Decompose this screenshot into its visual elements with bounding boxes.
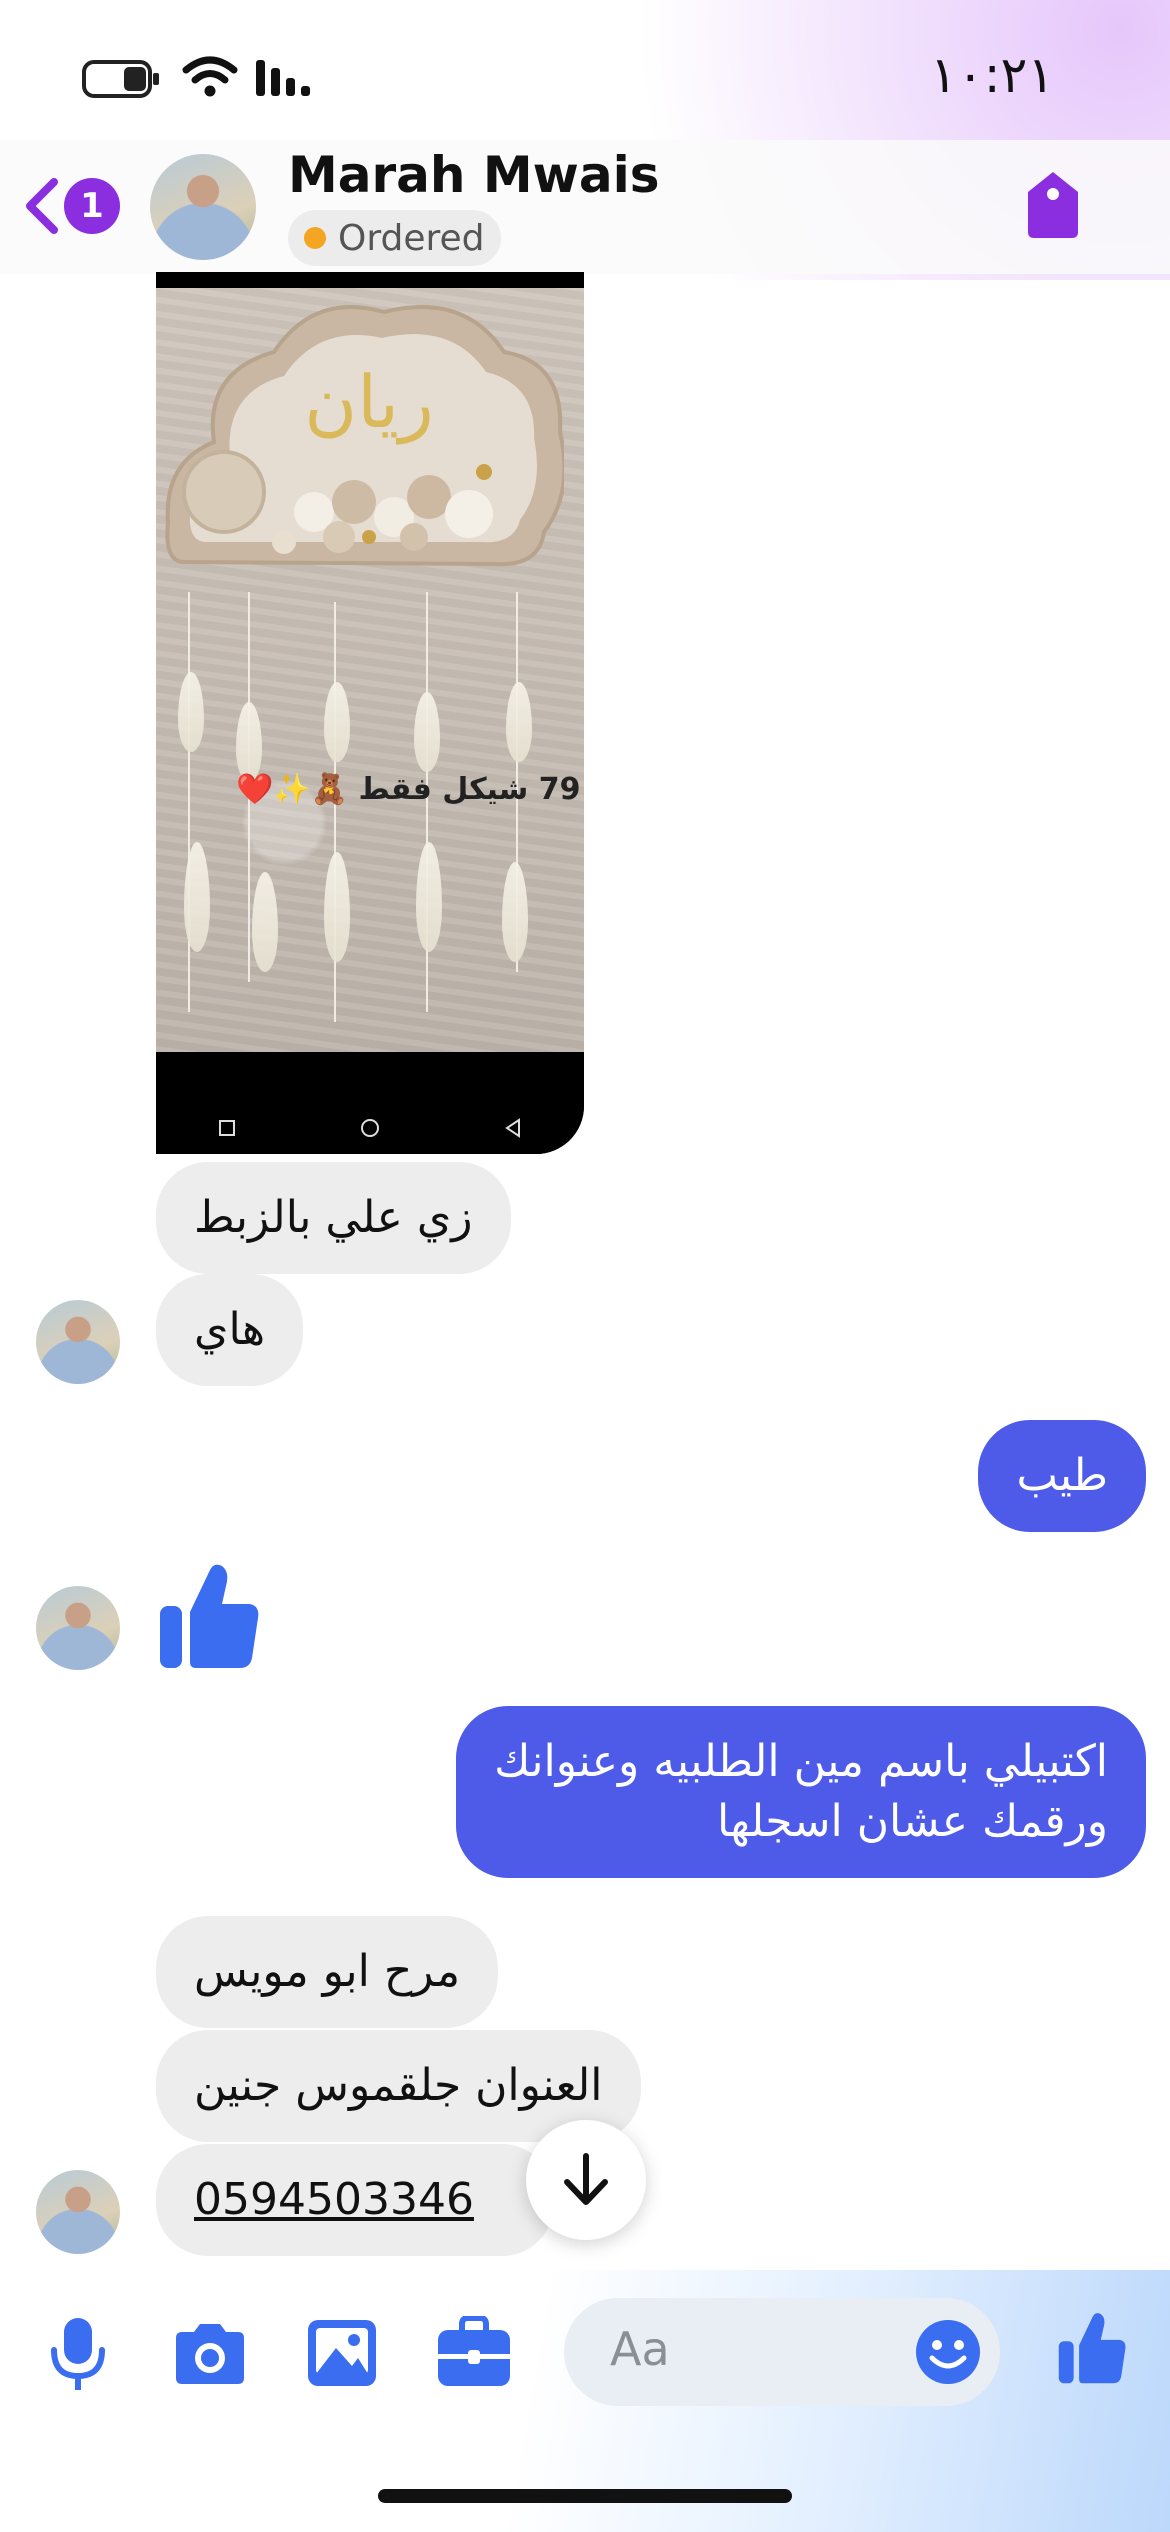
phone-number-link[interactable]: 0594503346 — [194, 2174, 474, 2225]
sender-avatar[interactable] — [36, 1300, 120, 1384]
message-bubble-incoming[interactable]: زي علي بالزبط — [156, 1162, 511, 1274]
message-bubble-outgoing[interactable]: اكتبيلي باسم مين الطلبيه وعنوانك ورقمك ع… — [456, 1706, 1146, 1878]
unread-count-badge[interactable]: 1 — [64, 178, 120, 234]
message-bubble-incoming[interactable]: مرح ابو مويس — [156, 1916, 499, 2028]
contact-avatar[interactable] — [150, 154, 256, 260]
thumbs-up-icon[interactable] — [156, 1560, 262, 1676]
battery-icon — [82, 58, 162, 104]
signal-icon — [254, 58, 318, 102]
decor-name: ريان — [304, 360, 434, 445]
status-dot — [304, 227, 326, 249]
arrow-down-icon — [564, 2153, 608, 2205]
chevron-left-icon[interactable] — [22, 176, 62, 240]
wifi-icon — [182, 56, 238, 102]
product-photo[interactable]: ريان 79 شيكل فقط 🧸✨❤️ — [156, 272, 584, 1154]
message-line: اكتبيلي باسم مين الطلبيه وعنوانك — [494, 1736, 1108, 1787]
circle-icon — [361, 1119, 379, 1137]
message-bubble-outgoing[interactable]: طيب — [978, 1420, 1146, 1532]
contact-name[interactable]: Marah Mwais — [288, 146, 659, 204]
photo-caption: 79 شيكل فقط 🧸✨❤️ — [236, 772, 581, 807]
scroll-to-bottom-button[interactable] — [526, 2120, 646, 2240]
sender-avatar[interactable] — [36, 2170, 120, 2254]
message-input-placeholder: Aa — [610, 2322, 670, 2376]
smiley-icon[interactable] — [914, 2318, 982, 2390]
phone-number-message[interactable]: 0594503346 — [156, 2144, 554, 2256]
status-label: Ordered — [338, 217, 485, 259]
send-thumbs-up-icon[interactable] — [1056, 2310, 1128, 2390]
image-icon[interactable] — [306, 2318, 378, 2392]
triangle-back-icon — [505, 1118, 520, 1138]
sender-avatar[interactable] — [36, 1586, 120, 1670]
briefcase-icon[interactable] — [436, 2315, 512, 2392]
tag-icon[interactable] — [1024, 170, 1082, 244]
camera-icon[interactable] — [170, 2320, 250, 2392]
cloud-decor: ريان — [165, 305, 564, 567]
home-indicator — [378, 2489, 792, 2503]
message-bubble-incoming[interactable]: هاي — [156, 1274, 304, 1386]
order-status-pill[interactable]: Ordered — [288, 210, 501, 266]
message-line: ورقمك عشان اسجلها — [717, 1796, 1108, 1847]
status-time: ١٠:٢١ — [930, 46, 1055, 104]
square-icon — [219, 1120, 235, 1136]
microphone-icon[interactable] — [48, 2316, 108, 2398]
photo-nav-bar — [156, 1102, 584, 1154]
